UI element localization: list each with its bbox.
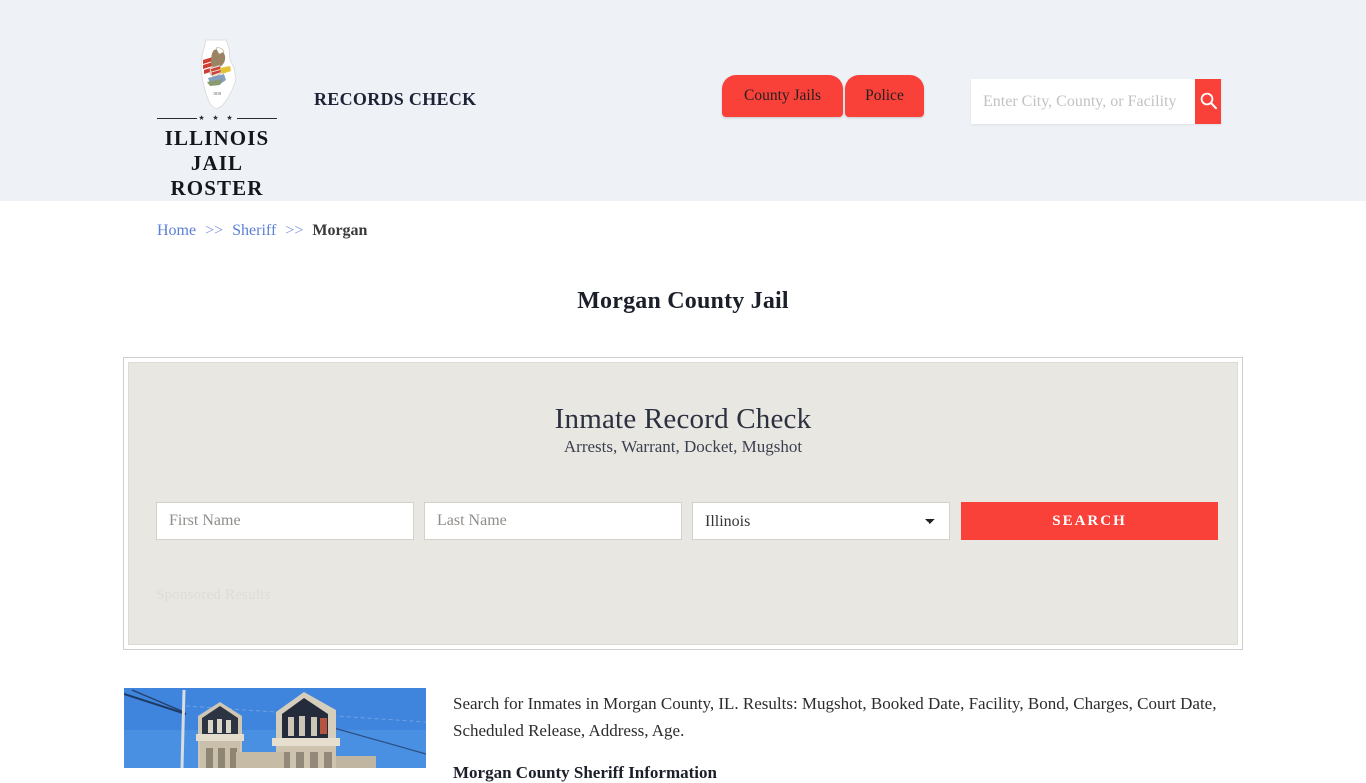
- illinois-state-outline-flag-icon: 1818: [186, 38, 248, 112]
- courthouse-image: [124, 688, 426, 768]
- logo-divider: ★ ★ ★: [153, 114, 281, 123]
- logo-stars: ★ ★ ★: [198, 114, 236, 122]
- search-icon: [1199, 91, 1218, 113]
- site-logo[interactable]: 1818 ★ ★ ★ ILLINOIS JAIL ROSTER: [152, 38, 282, 201]
- page-title: Morgan County Jail: [577, 288, 789, 315]
- breadcrumb-link-home[interactable]: Home: [157, 222, 196, 239]
- breadcrumb-link-sheriff[interactable]: Sheriff: [232, 222, 276, 239]
- content-section-heading: Morgan County Sheriff Information: [453, 763, 717, 782]
- inmate-record-check-panel: Inmate Record Check Arrests, Warrant, Do…: [123, 357, 1243, 650]
- panel-heading: Inmate Record Check: [554, 403, 812, 435]
- header-search: [971, 79, 1221, 124]
- logo-line-2: JAIL ROSTER: [170, 151, 264, 200]
- nav-tab-county-jails[interactable]: County Jails: [722, 75, 844, 117]
- breadcrumb-current: Morgan: [312, 222, 368, 239]
- content-body: Search for Inmates in Morgan County, IL.…: [453, 690, 1245, 783]
- header-search-button[interactable]: [1195, 79, 1221, 124]
- header-search-input[interactable]: [971, 79, 1195, 124]
- site-tagline: RECORDS CHECK: [314, 89, 477, 109]
- last-name-input[interactable]: [424, 502, 682, 540]
- site-header: 1818 ★ ★ ★ ILLINOIS JAIL ROSTER RECORDS …: [0, 0, 1366, 201]
- inmate-search-form: Illinois SEARCH: [156, 502, 1220, 540]
- breadcrumb: Home >> Sheriff >> Morgan: [157, 222, 367, 240]
- svg-text:1818: 1818: [213, 91, 221, 96]
- panel-subheading: Arrests, Warrant, Docket, Mugshot: [563, 437, 803, 456]
- search-button[interactable]: SEARCH: [961, 502, 1218, 540]
- state-select[interactable]: Illinois: [692, 502, 950, 540]
- breadcrumb-separator: >>: [205, 222, 224, 239]
- logo-line-1: ILLINOIS: [164, 126, 270, 150]
- nav-tab-police-label: Police: [865, 87, 904, 104]
- sponsored-results-label: Sponsored Results: [156, 587, 271, 603]
- first-name-input[interactable]: [156, 502, 414, 540]
- content-paragraph: Search for Inmates in Morgan County, IL.…: [453, 694, 1217, 740]
- nav-tab-county-jails-label: County Jails: [744, 87, 822, 104]
- main-navigation: County Jails Police: [722, 75, 924, 117]
- nav-tab-police[interactable]: Police: [845, 75, 924, 117]
- breadcrumb-separator: >>: [285, 222, 304, 239]
